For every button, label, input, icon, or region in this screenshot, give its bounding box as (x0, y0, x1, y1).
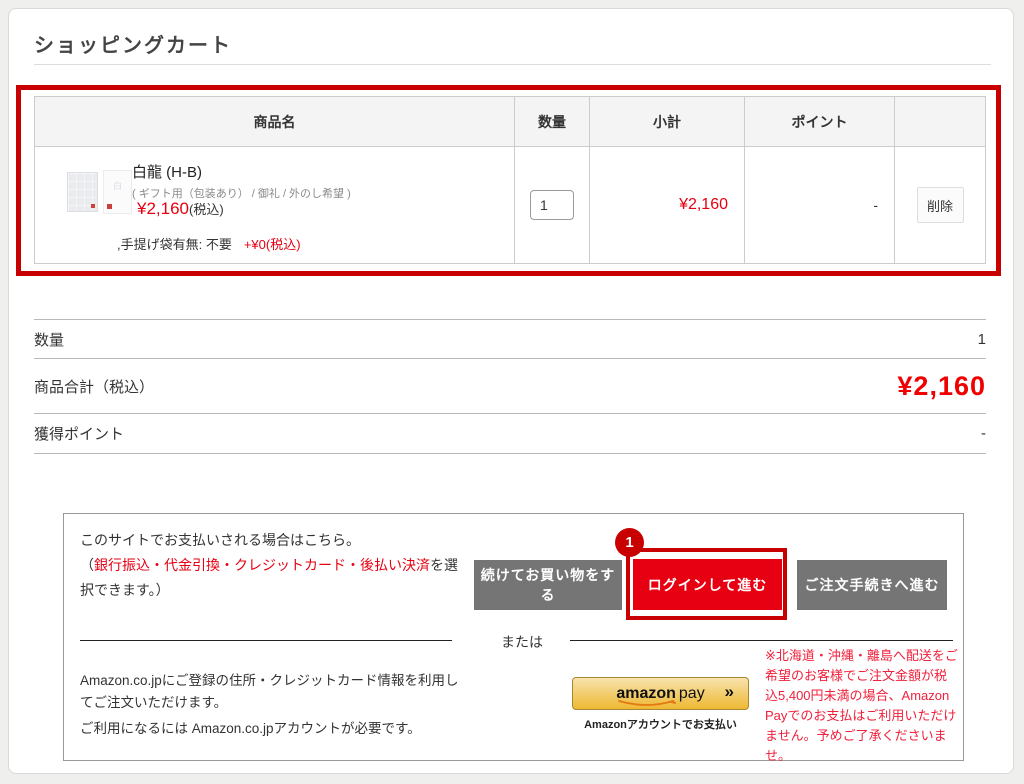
header-subtotal: 小計 (589, 97, 744, 146)
product-thumbnail-box (67, 172, 98, 212)
summary-row-quantity: 数量 1 (34, 319, 986, 358)
quantity-input[interactable] (530, 190, 574, 220)
amazon-smile-icon (618, 700, 676, 707)
amazon-pay-logo: amazonpay (616, 685, 704, 703)
page-title: ショッピングカート (34, 29, 232, 58)
summary-points-label: 獲得ポイント (34, 423, 124, 444)
summary-total-value: ¥2,160 (897, 371, 986, 402)
amazon-pay-button[interactable]: amazonpay » (572, 677, 749, 710)
item-points: - (873, 197, 878, 213)
bag-option-label: ,手提げ袋有無: 不要 (117, 237, 232, 252)
product-name: 白龍 (H-B) (132, 161, 202, 182)
product-price: ¥2,160(税込) (137, 199, 224, 219)
actions-cell: 削除 (894, 147, 985, 263)
shipping-warning-text: ※北海道・沖縄・離島へ配送をご希望のお客様でご注文金額が税込5,400円未満の場… (765, 646, 959, 766)
amazon-pay-logo-word2: pay (679, 685, 705, 702)
annotation-step-badge: 1 (615, 528, 644, 557)
summary-total-label: 商品合計（税込） (34, 376, 154, 397)
product-bag-option: ,手提げ袋有無: 不要 +¥0(税込) (117, 234, 301, 253)
payment-intro-text: このサイトでお支払いされる場合はこちら。 （銀行振込・代金引換・クレジットカード… (80, 528, 470, 603)
continue-shopping-button[interactable]: 続けてお買い物をする (474, 560, 622, 610)
payment-paren-open: （ (80, 557, 94, 573)
subtotal-cell: ¥2,160 (589, 147, 744, 263)
header-quantity: 数量 (514, 97, 589, 146)
cart-item-row: 白龍 (H-B) ( ギフト用（包装あり） / 御礼 / 外のし希望 ) ¥2,… (35, 147, 985, 263)
summary-row-points: 獲得ポイント - (34, 413, 986, 454)
cart-table-header-row: 商品名 数量 小計 ポイント (35, 97, 985, 147)
payment-methods-list: 銀行振込・代金引換・クレジットカード・後払い決済 (94, 557, 430, 573)
cart-page: ショッピングカート 商品名 数量 小計 ポイント 白龍 (H-B) ( ギフト用… (8, 8, 1014, 774)
quantity-cell (514, 147, 589, 263)
amazon-pay-caption: Amazonアカウントでお支払い (562, 716, 759, 732)
header-product-name: 商品名 (35, 97, 514, 146)
or-divider-left (80, 640, 452, 641)
summary-row-total: 商品合計（税込） ¥2,160 (34, 358, 986, 413)
bag-option-price: +¥0(税込) (244, 237, 301, 252)
checkout-button[interactable]: ご注文手続きへ進む (797, 560, 947, 610)
product-thumbnail-package (103, 170, 132, 214)
amazon-note-2: ご利用になるには Amazon.co.jpアカウントが必要です。 (80, 717, 480, 737)
cart-table: 商品名 数量 小計 ポイント 白龍 (H-B) ( ギフト用（包装あり） / 御… (34, 96, 986, 264)
summary-quantity-value: 1 (978, 331, 986, 348)
header-points: ポイント (744, 97, 894, 146)
payment-options-box: このサイトでお支払いされる場合はこちら。 （銀行振込・代金引換・クレジットカード… (63, 513, 964, 761)
summary-points-value: - (981, 425, 986, 442)
product-price-tax-note: (税込) (189, 202, 224, 217)
product-cell: 白龍 (H-B) ( ギフト用（包装あり） / 御礼 / 外のし希望 ) ¥2,… (35, 147, 514, 263)
summary-quantity-label: 数量 (34, 329, 64, 350)
or-label: または (492, 632, 552, 652)
order-summary: 数量 1 商品合計（税込） ¥2,160 獲得ポイント - (34, 319, 986, 454)
or-divider-right (570, 640, 953, 641)
amazon-note-1: Amazon.co.jpにご登録の住所・クレジットカード情報を利用してご注文いた… (80, 670, 465, 714)
header-actions (894, 97, 985, 146)
amazon-pay-arrow-icon: » (725, 682, 734, 702)
points-cell: - (744, 147, 894, 263)
payment-intro-line1: このサイトでお支払いされる場合はこちら。 (80, 532, 360, 548)
product-price-amount: ¥2,160 (137, 199, 189, 218)
login-proceed-button[interactable]: ログインして進む (633, 559, 782, 610)
title-divider (34, 64, 991, 65)
delete-item-button[interactable]: 削除 (917, 187, 964, 223)
item-subtotal: ¥2,160 (679, 196, 728, 214)
